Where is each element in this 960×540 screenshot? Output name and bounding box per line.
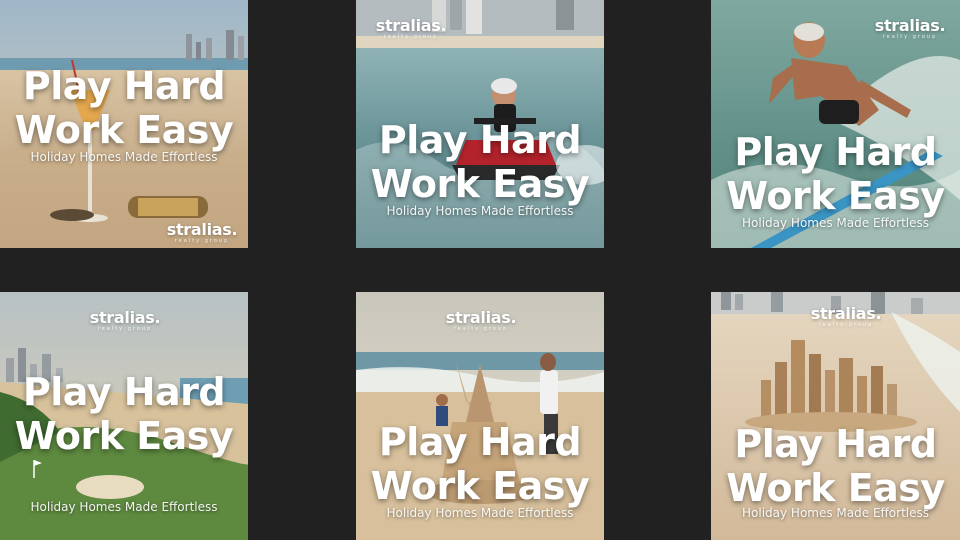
headline: Play Hard Work Easy [14,64,234,152]
ad-tile-beach-cocktail[interactable]: Play Hard Work Easy Holiday Homes Made E… [0,0,248,248]
ad-tile-sandcastle[interactable]: stralias. realty group Play Hard Work Ea… [356,292,604,540]
brand-logo: stralias. realty group [166,220,238,245]
ad-tile-jet-ski[interactable]: stralias. realty group Play Hard Work Ea… [356,0,604,248]
brand-logo: stralias. realty group [375,16,447,41]
tagline: Holiday Homes Made Effortless [386,506,574,520]
brand-logo: stralias. realty group [810,304,882,329]
tagline: Holiday Homes Made Effortless [30,500,218,514]
brand-logo: stralias. realty group [89,308,161,333]
headline: Play Hard Work Easy [726,422,945,510]
tagline: Holiday Homes Made Effortless [742,216,929,230]
tagline: Holiday Homes Made Effortless [742,506,929,520]
headline: Play Hard Work Easy [726,130,945,218]
ad-tile-golf-course[interactable]: stralias. realty group Play Hard Work Ea… [0,292,248,540]
headline: Play Hard Work Easy [370,118,590,206]
headline: Play Hard Work Easy [14,370,234,458]
tagline: Holiday Homes Made Effortless [386,204,574,218]
ad-tile-surfing[interactable]: stralias. realty group Play Hard Work Ea… [711,0,960,248]
headline: Play Hard Work Easy [370,420,590,508]
ad-grid: Play Hard Work Easy Holiday Homes Made E… [0,0,960,540]
brand-logo: stralias. realty group [445,308,517,333]
ad-tile-sand-city[interactable]: stralias. realty group Play Hard Work Ea… [711,292,960,540]
tagline: Holiday Homes Made Effortless [30,150,218,164]
brand-logo: stralias. realty group [874,16,946,41]
